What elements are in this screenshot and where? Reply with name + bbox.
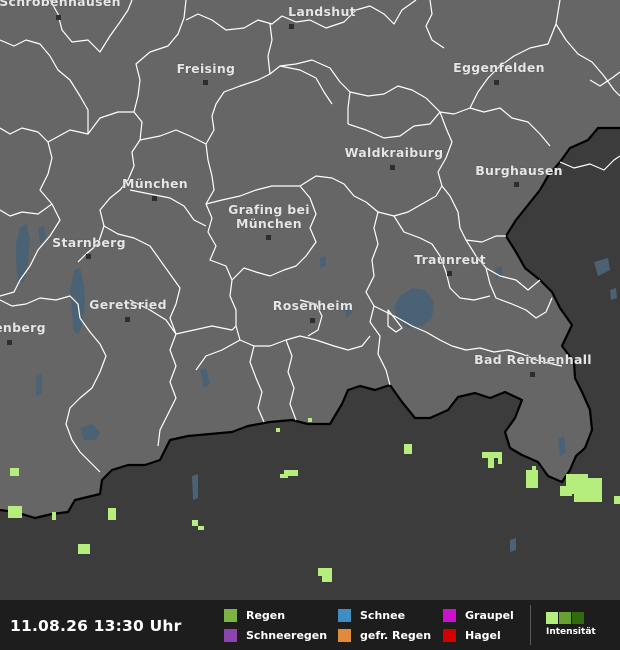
intensity-swatch-low xyxy=(546,612,558,624)
city-marker xyxy=(310,318,315,323)
weather-radar-view: Schrobenhausen Landshut Freising Eggenfe… xyxy=(0,0,620,650)
legend-item-graupel: Graupel xyxy=(443,608,514,622)
legend-item-hail: Hagel xyxy=(443,628,501,642)
city-label: Rosenheim xyxy=(273,298,353,313)
legend-item-freezing-rain: gefr. Regen xyxy=(338,628,431,642)
city-marker xyxy=(494,80,499,85)
legend-label: Hagel xyxy=(465,628,501,642)
city-label: Grafing bei xyxy=(228,202,310,217)
city-label-line-2: München xyxy=(236,216,302,231)
freezing-rain-swatch xyxy=(338,628,351,642)
lake-small-7 xyxy=(320,256,326,268)
legend-label: Regen xyxy=(246,608,286,622)
graupel-swatch xyxy=(443,608,456,622)
city-marker xyxy=(86,254,91,259)
hail-swatch xyxy=(443,628,456,642)
legend-item-sleet: Schneeregen xyxy=(224,628,327,642)
city-marker xyxy=(125,317,130,322)
city-marker xyxy=(56,15,61,20)
city-label: Landshut xyxy=(288,4,356,19)
city-label: Schrobenhausen xyxy=(0,0,121,9)
lake-small-6 xyxy=(192,474,198,500)
snow-swatch xyxy=(338,608,351,622)
legend-label: Schnee xyxy=(360,608,406,622)
intensity-label: Intensität xyxy=(546,627,596,637)
lake-small-8 xyxy=(510,538,516,552)
city-marker xyxy=(514,182,519,187)
city-label: Traunreut xyxy=(414,252,486,267)
lake-small-9 xyxy=(36,374,42,396)
city-marker xyxy=(203,80,208,85)
intensity-scale: Intensität xyxy=(546,612,596,637)
legend-label: gefr. Regen xyxy=(360,628,432,642)
sleet-swatch xyxy=(224,628,237,642)
city-marker xyxy=(447,271,452,276)
city-label: München xyxy=(122,176,188,191)
city-label: Eggenfelden xyxy=(453,60,545,75)
city-marker xyxy=(289,24,294,29)
city-label: Waldkraiburg xyxy=(345,145,444,160)
city-label: Burghausen xyxy=(475,163,563,178)
city-marker xyxy=(530,372,535,377)
legend-label: Schneeregen xyxy=(246,628,328,642)
legend-bar: 11.08.26 13:30 Uhr Regen Schneeregen Sch… xyxy=(0,600,620,650)
legend-divider xyxy=(530,605,531,645)
city-marker xyxy=(266,235,271,240)
city-label: Geretsried xyxy=(89,297,167,312)
city-label: Bad Reichenhall xyxy=(474,352,592,367)
timestamp: 11.08.26 13:30 Uhr xyxy=(10,617,182,635)
legend-item-snow: Schnee xyxy=(338,608,405,622)
city-marker xyxy=(7,340,12,345)
city-marker xyxy=(390,165,395,170)
radar-map[interactable]: Schrobenhausen Landshut Freising Eggenfe… xyxy=(0,0,620,600)
intensity-swatches xyxy=(546,612,596,624)
city-label: enberg xyxy=(0,320,46,335)
rain-swatch xyxy=(224,608,237,622)
city-marker xyxy=(152,196,157,201)
city-label: Starnberg xyxy=(52,235,126,250)
intensity-swatch-mid xyxy=(559,612,571,624)
legend-label: Graupel xyxy=(465,608,514,622)
lake-small-5 xyxy=(610,288,617,300)
intensity-swatch-high xyxy=(572,612,584,624)
city-label: Freising xyxy=(177,61,236,76)
legend-item-rain: Regen xyxy=(224,608,285,622)
